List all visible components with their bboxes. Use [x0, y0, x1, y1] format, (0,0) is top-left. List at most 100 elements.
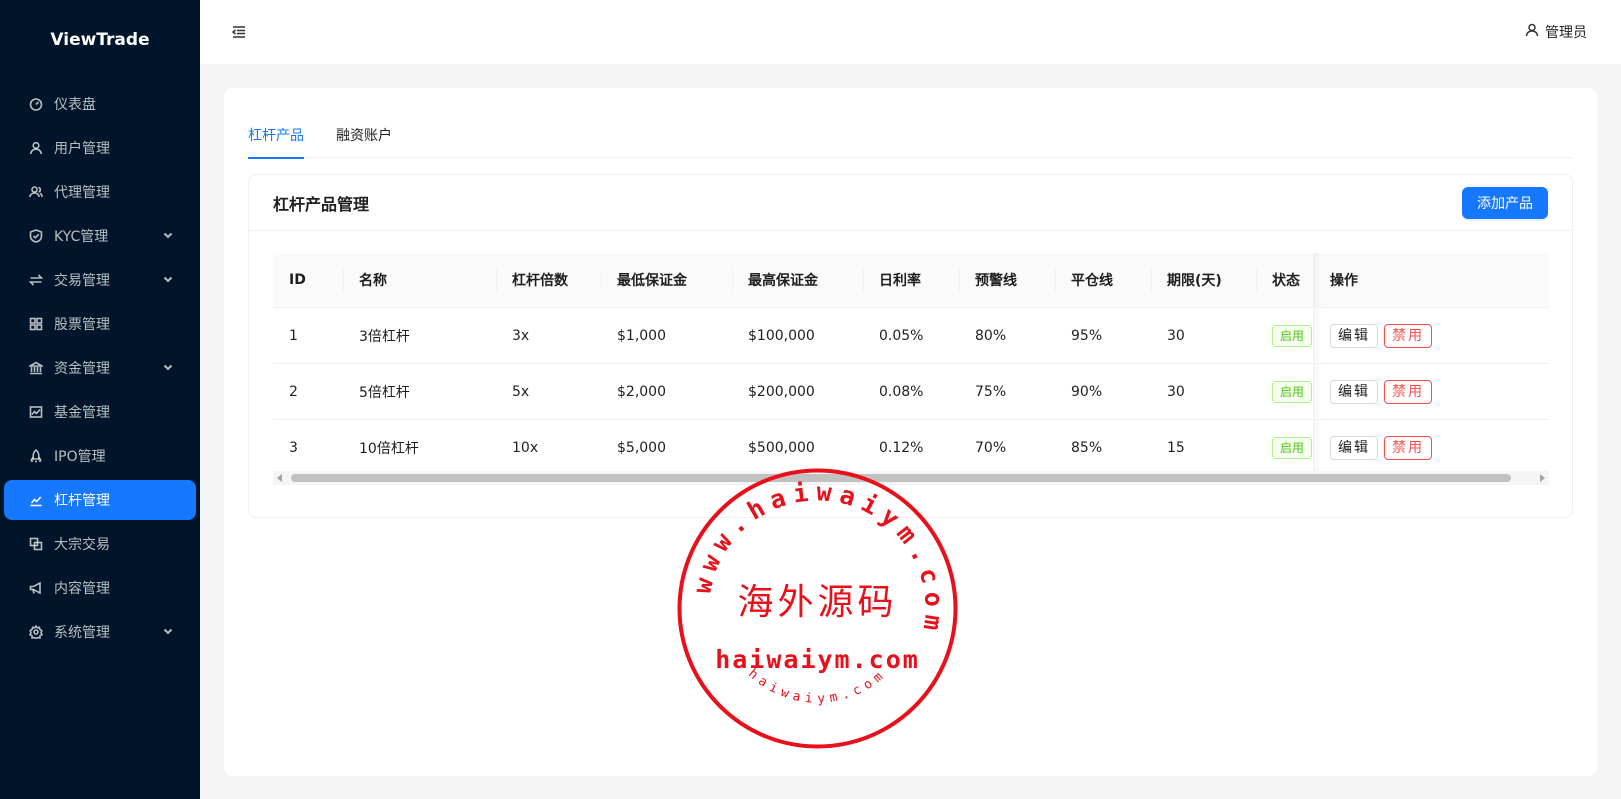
- cell-id: 3: [273, 420, 343, 476]
- swap-icon: [28, 272, 44, 288]
- cell-warning-line: 70%: [959, 420, 1055, 476]
- tabs-bar: 杠杆产品 融资账户: [248, 112, 1573, 159]
- column-header: 最高保证金: [732, 253, 863, 308]
- fund-icon: [28, 404, 44, 420]
- sidebar-item-10[interactable]: 大宗交易: [4, 524, 196, 564]
- sidebar-item-9[interactable]: 杠杆管理: [4, 480, 196, 520]
- table-row: 3 10倍杠杆 10x $5,000 $500,000 0.12% 70% 85% 15 启用 编辑…: [273, 420, 1549, 476]
- edit-button[interactable]: 编辑: [1330, 379, 1378, 404]
- cell-min-margin: $5,000: [601, 420, 732, 476]
- column-header: 名称: [343, 253, 496, 308]
- table-row: 2 5倍杠杆 5x $2,000 $200,000 0.08% 75% 90% 30 启用 编辑 禁用: [273, 364, 1549, 420]
- tab-financing-accounts[interactable]: 融资账户: [336, 112, 392, 158]
- chevron-down-icon: [162, 229, 176, 243]
- user-menu[interactable]: 管理员: [1525, 22, 1587, 42]
- cell-name: 5倍杠杆: [343, 364, 496, 420]
- cell-leverage: 5x: [496, 364, 601, 420]
- leverage-products-card: 杠杆产品管理 添加产品 ID 名称 杠杆倍数 最低保证金 最高保证金 日利率 预警线 平仓线期…: [248, 174, 1573, 518]
- chevron-down-icon: [162, 625, 176, 639]
- cell-term: 30: [1151, 364, 1256, 420]
- cell-daily-rate: 0.05%: [863, 308, 959, 364]
- cell-status: 启用: [1256, 420, 1313, 476]
- sidebar-item-label: 代理管理: [54, 185, 110, 201]
- sidebar-item-0[interactable]: 仪表盘: [4, 84, 196, 124]
- shield-icon: [28, 228, 44, 244]
- disable-button[interactable]: 禁用: [1384, 379, 1432, 404]
- grid-icon: [28, 316, 44, 332]
- sidebar-item-label: 杠杆管理: [54, 493, 110, 509]
- scrollbar-thumb[interactable]: [291, 474, 1511, 482]
- cell-actions: 编辑 禁用: [1313, 308, 1549, 364]
- cell-leverage: 3x: [496, 308, 601, 364]
- add-product-button[interactable]: 添加产品: [1462, 186, 1548, 219]
- user-icon: [1525, 23, 1539, 41]
- cell-term: 15: [1151, 420, 1256, 476]
- sidebar: ViewTrade 仪表盘 用户管理 代理管理 KYC管理 交易管理 股票管理 资金管理 基金…: [0, 0, 200, 799]
- status-badge: 启用: [1272, 380, 1313, 403]
- sidebar-item-11[interactable]: 内容管理: [4, 568, 196, 608]
- column-header: 杠杆倍数: [496, 253, 601, 308]
- edit-button[interactable]: 编辑: [1330, 435, 1378, 460]
- user-icon: [28, 140, 44, 156]
- sidebar-item-label: 股票管理: [54, 317, 110, 333]
- sidebar-item-5[interactable]: 股票管理: [4, 304, 196, 344]
- chevron-down-icon: [162, 361, 176, 375]
- cell-max-margin: $100,000: [732, 308, 863, 364]
- edit-button[interactable]: 编辑: [1330, 323, 1378, 348]
- sidebar-item-8[interactable]: IPO管理: [4, 436, 196, 476]
- scroll-left-icon[interactable]: [277, 474, 282, 482]
- sidebar-item-label: 系统管理: [54, 625, 110, 641]
- sidebar-item-1[interactable]: 用户管理: [4, 128, 196, 168]
- team-icon: [28, 184, 44, 200]
- disable-button[interactable]: 禁用: [1384, 435, 1432, 460]
- sidebar-item-2[interactable]: 代理管理: [4, 172, 196, 212]
- cell-liquidation-line: 95%: [1055, 308, 1151, 364]
- sidebar-item-label: 内容管理: [54, 581, 110, 597]
- sidebar-menu: 仪表盘用户管理代理管理 KYC管理交易管理股票管理资金管理基金管理 IPO管理杠杆管…: [0, 80, 200, 652]
- notification-icon: [28, 580, 44, 596]
- column-header: 日利率: [863, 253, 959, 308]
- sidebar-item-7[interactable]: 基金管理: [4, 392, 196, 432]
- cell-leverage: 10x: [496, 420, 601, 476]
- column-header: ID: [273, 253, 343, 308]
- card-header: 杠杆产品管理 添加产品: [249, 175, 1572, 231]
- main-content: 杠杆产品 融资账户 杠杆产品管理 添加产品 ID 名称 杠杆倍数 最低保证金 最高保证金…: [224, 88, 1597, 776]
- rocket-icon: [28, 448, 44, 464]
- sidebar-item-label: 交易管理: [54, 273, 110, 289]
- sidebar-item-label: IPO管理: [54, 449, 106, 465]
- dashboard-icon: [28, 96, 44, 112]
- table-row: 1 3倍杠杆 3x $1,000 $100,000 0.05% 80% 95% 30 启用 编辑 禁用: [273, 308, 1549, 364]
- status-badge: 启用: [1272, 324, 1313, 347]
- column-header: 平仓线: [1055, 253, 1151, 308]
- cell-actions: 编辑 禁用: [1313, 364, 1549, 420]
- disable-button[interactable]: 禁用: [1384, 323, 1432, 348]
- cell-liquidation-line: 90%: [1055, 364, 1151, 420]
- setting-icon: [28, 624, 44, 640]
- sidebar-item-label: 大宗交易: [54, 537, 110, 553]
- cell-warning-line: 75%: [959, 364, 1055, 420]
- products-table-wrapper: ID 名称 杠杆倍数 最低保证金 最高保证金 日利率 预警线 平仓线 期限(天) 状态 操作 1 3倍…: [273, 253, 1549, 489]
- chevron-down-icon: [162, 273, 176, 287]
- sidebar-item-12[interactable]: 系统管理: [4, 612, 196, 652]
- horizontal-scrollbar[interactable]: [273, 471, 1549, 485]
- cell-daily-rate: 0.08%: [863, 364, 959, 420]
- products-table: ID 名称 杠杆倍数 最低保证金 最高保证金 日利率 预警线 平仓线 期限(天) 状态 操作 1 3倍…: [273, 253, 1549, 476]
- bank-icon: [28, 360, 44, 376]
- tab-leverage-products[interactable]: 杠杆产品: [248, 112, 304, 159]
- cell-min-margin: $2,000: [601, 364, 732, 420]
- sidebar-item-label: KYC管理: [54, 229, 109, 245]
- sidebar-item-label: 仪表盘: [54, 97, 96, 113]
- scroll-right-icon[interactable]: [1540, 474, 1545, 482]
- cell-liquidation-line: 85%: [1055, 420, 1151, 476]
- sidebar-item-4[interactable]: 交易管理: [4, 260, 196, 300]
- menu-fold-icon[interactable]: [231, 25, 246, 39]
- cell-name: 3倍杠杆: [343, 308, 496, 364]
- user-name: 管理员: [1545, 25, 1587, 41]
- sidebar-item-3[interactable]: KYC管理: [4, 216, 196, 256]
- sidebar-item-6[interactable]: 资金管理: [4, 348, 196, 388]
- cell-status: 启用: [1256, 364, 1313, 420]
- cell-id: 1: [273, 308, 343, 364]
- card-title: 杠杆产品管理: [273, 194, 370, 214]
- cell-id: 2: [273, 364, 343, 420]
- sidebar-item-label: 基金管理: [54, 405, 110, 421]
